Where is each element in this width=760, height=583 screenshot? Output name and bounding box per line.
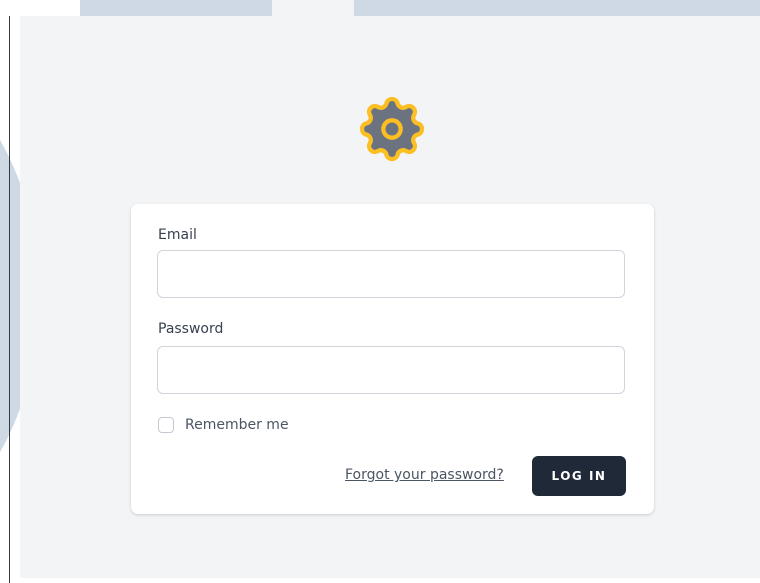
- top-strip: [80, 0, 760, 17]
- forgot-password-link[interactable]: Forgot your password?: [345, 467, 504, 483]
- remember-me[interactable]: Remember me: [158, 417, 289, 433]
- screen: Email Password Remember me Forgot your p…: [0, 0, 760, 583]
- remember-me-label: Remember me: [185, 417, 289, 433]
- bottom-edge: [10, 578, 760, 583]
- email-label: Email: [158, 227, 197, 243]
- remember-me-checkbox[interactable]: [158, 417, 174, 433]
- password-field[interactable]: [157, 346, 625, 394]
- gear-icon[interactable]: [352, 89, 432, 169]
- email-field[interactable]: [157, 250, 625, 298]
- password-label: Password: [158, 321, 224, 337]
- login-card: Email Password Remember me Forgot your p…: [131, 204, 654, 514]
- login-button[interactable]: LOG IN: [532, 456, 626, 496]
- top-strip-gap: [272, 0, 354, 16]
- left-border: [9, 16, 10, 583]
